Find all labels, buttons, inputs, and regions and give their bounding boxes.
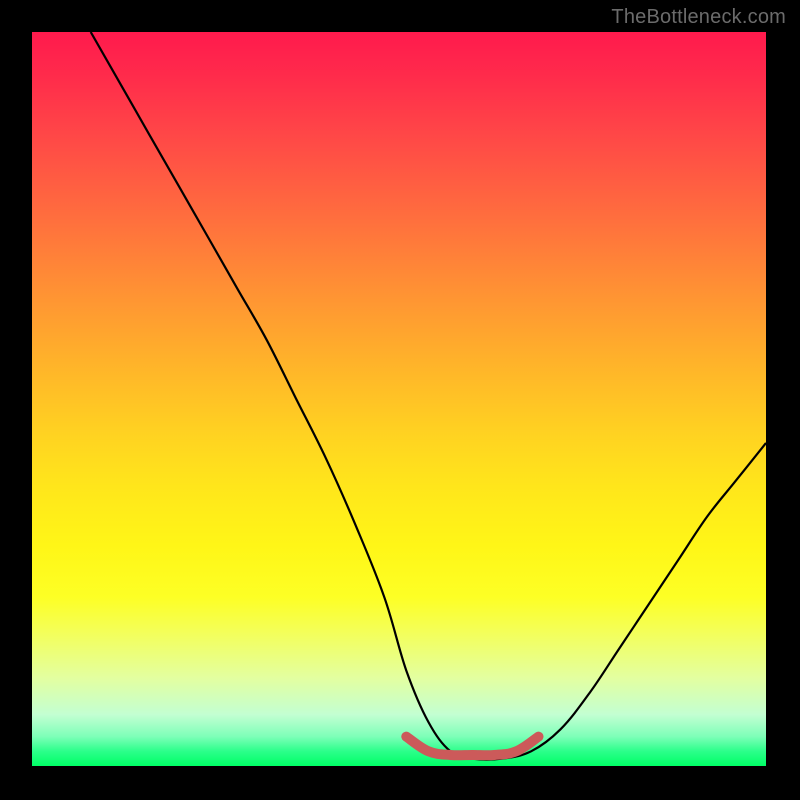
curve-layer	[32, 32, 766, 766]
watermark-text: TheBottleneck.com	[611, 6, 786, 29]
bottleneck-curve	[91, 32, 766, 760]
optimal-zone-marker	[406, 737, 538, 756]
plot-gradient-area	[32, 32, 766, 766]
chart-frame: TheBottleneck.com	[0, 0, 800, 800]
